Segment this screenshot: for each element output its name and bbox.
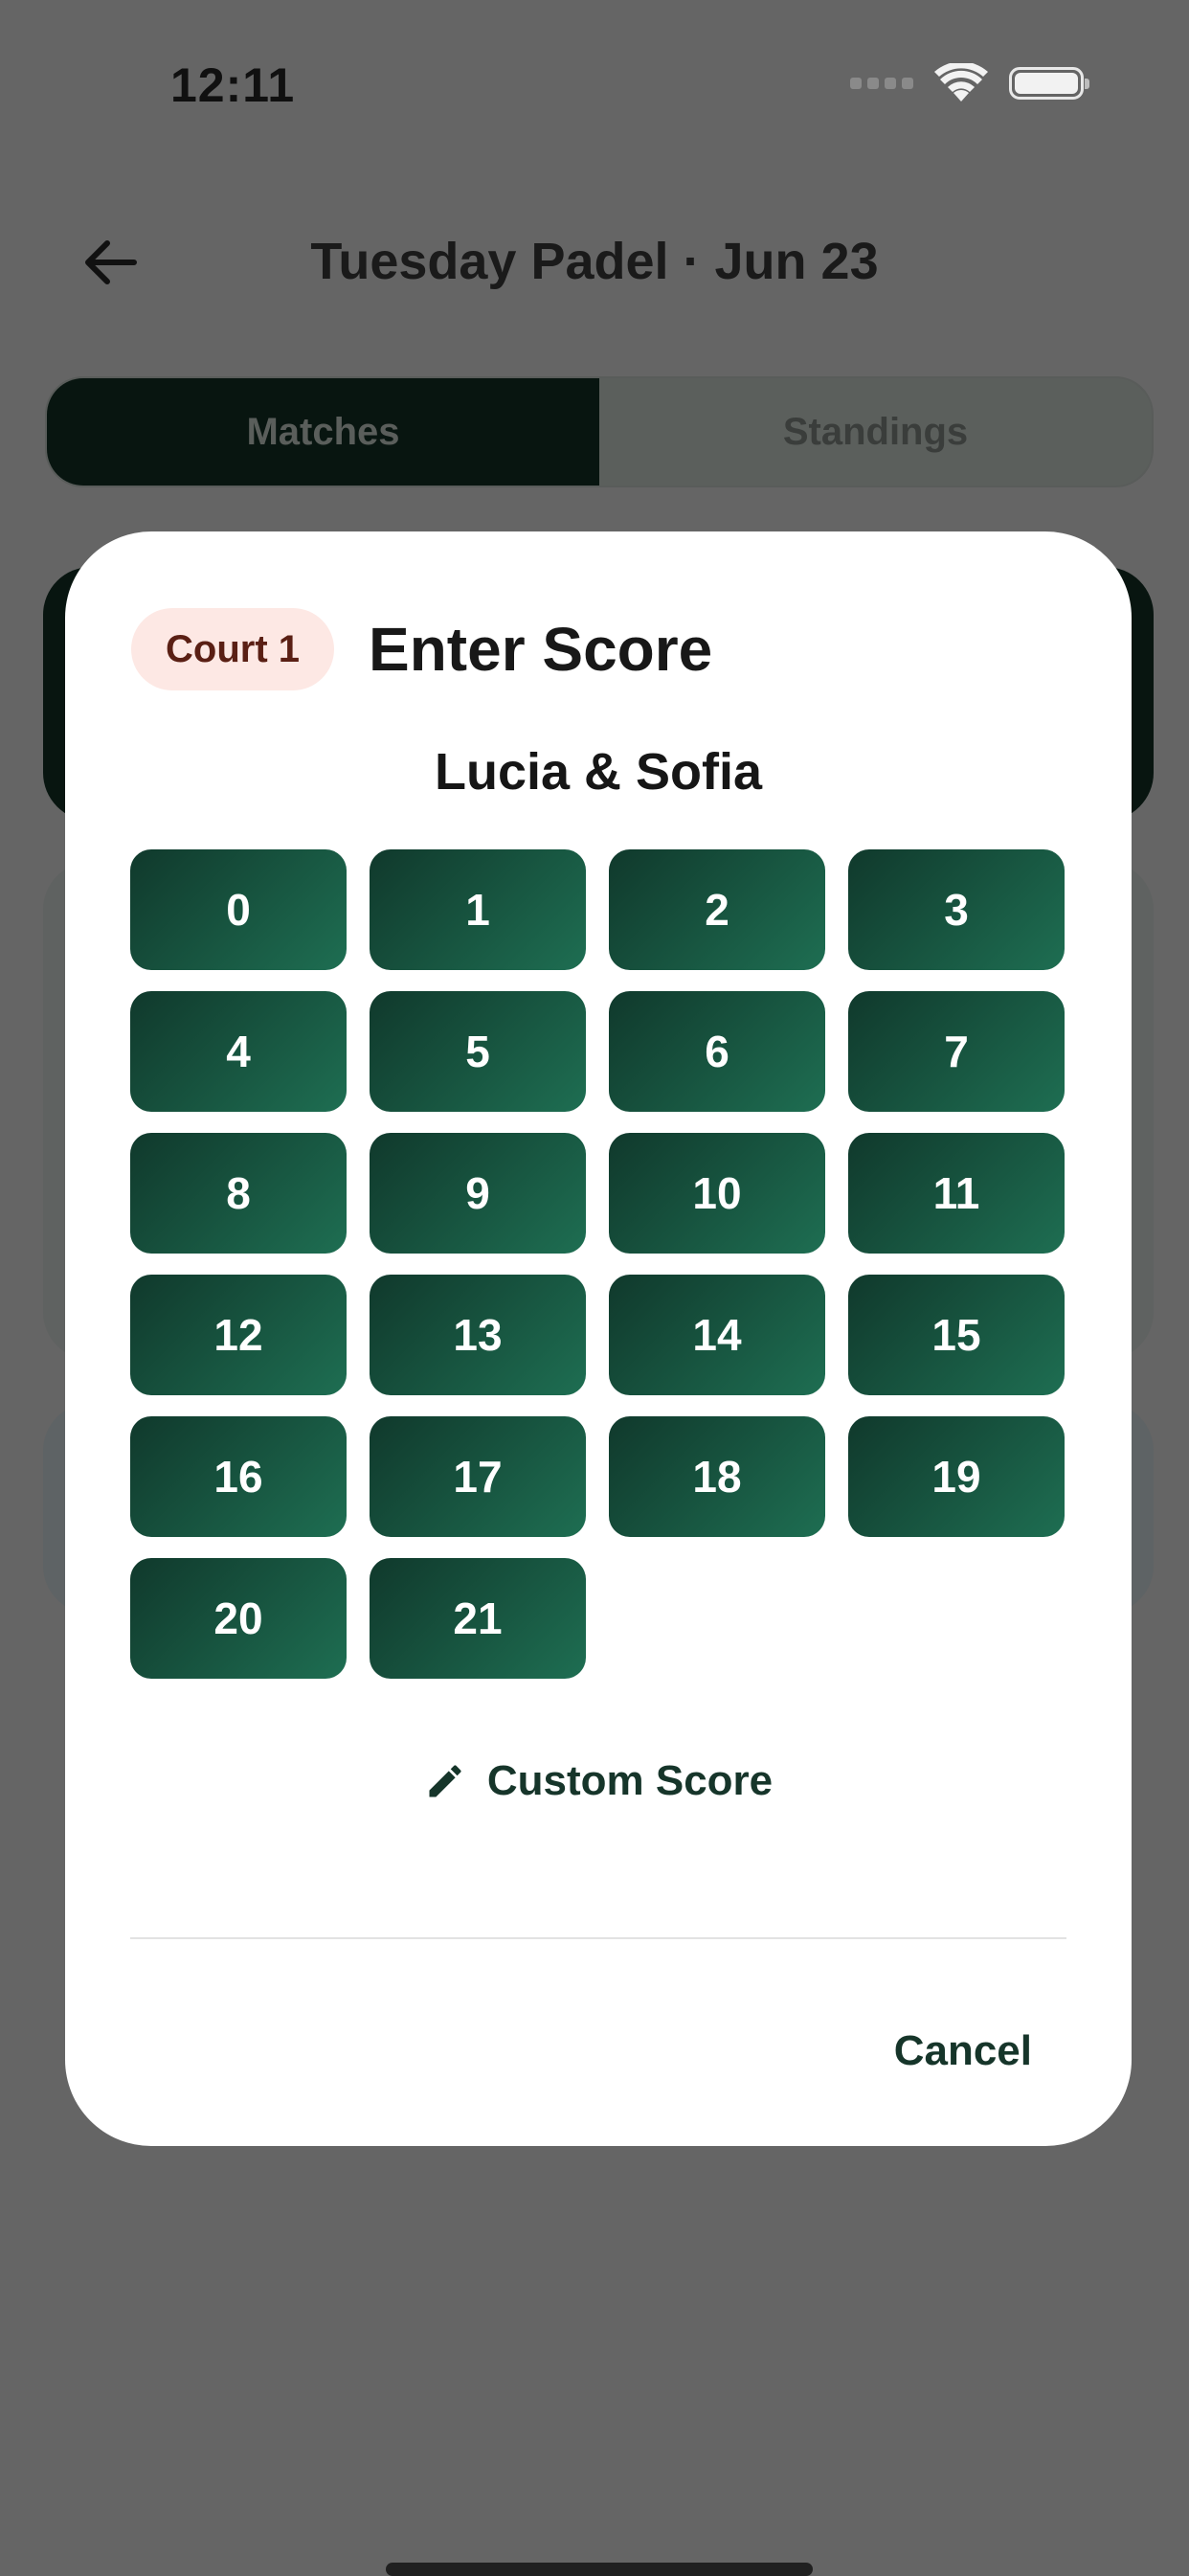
score-grid: 0 1 2 3 4 5 6 7 8 9 10 11 12 13 14 15 16… [130, 849, 1066, 1679]
score-button[interactable]: 7 [848, 991, 1065, 1112]
cancel-button[interactable]: Cancel [894, 2027, 1032, 2075]
status-time: 12:11 [170, 58, 296, 112]
battery-icon [1009, 67, 1089, 100]
score-button[interactable]: 13 [370, 1275, 586, 1395]
score-button[interactable]: 11 [848, 1133, 1065, 1254]
score-button[interactable]: 21 [370, 1558, 586, 1679]
custom-score-label: Custom Score [486, 1757, 774, 1804]
tab-standings[interactable]: Standings [599, 378, 1152, 486]
score-button[interactable]: 19 [848, 1416, 1065, 1537]
score-button[interactable]: 3 [848, 849, 1065, 970]
score-button[interactable]: 1 [370, 849, 586, 970]
tab-matches[interactable]: Matches [47, 378, 599, 486]
score-button[interactable]: 4 [130, 991, 347, 1112]
custom-score-button[interactable]: Custom Score [65, 1757, 1132, 1805]
pencil-icon [429, 1765, 461, 1797]
status-bar: 12:11 [0, 0, 1189, 134]
tab-bar: Matches Standings [45, 376, 1154, 487]
divider [130, 1937, 1066, 1939]
court-badge: Court 1 [131, 608, 334, 690]
score-button[interactable]: 18 [609, 1416, 825, 1537]
status-icons [850, 63, 1089, 103]
score-button[interactable]: 10 [609, 1133, 825, 1254]
wifi-icon [934, 63, 988, 102]
score-button[interactable]: 16 [130, 1416, 347, 1537]
score-button[interactable]: 14 [609, 1275, 825, 1395]
score-button[interactable]: 0 [130, 849, 347, 970]
score-button[interactable]: 5 [370, 991, 586, 1112]
score-button[interactable]: 15 [848, 1275, 1065, 1395]
team-name: Lucia & Sofia [434, 743, 763, 801]
score-button[interactable]: 20 [130, 1558, 347, 1679]
score-button[interactable]: 17 [370, 1416, 586, 1537]
cellular-signal-icon [850, 78, 913, 89]
page-title: Tuesday Padel · Jun 23 [310, 233, 879, 290]
score-button[interactable]: 9 [370, 1133, 586, 1254]
dialog-header: Court 1 Enter Score [131, 608, 712, 690]
score-button[interactable]: 8 [130, 1133, 347, 1254]
score-dialog: Court 1 Enter Score Lucia & Sofia 0 1 2 … [65, 531, 1132, 2146]
score-button[interactable]: 6 [609, 991, 825, 1112]
dialog-title: Enter Score [369, 615, 713, 684]
score-button[interactable]: 12 [130, 1275, 347, 1395]
app-header: Tuesday Padel · Jun 23 [0, 211, 1189, 316]
score-button[interactable]: 2 [609, 849, 825, 970]
